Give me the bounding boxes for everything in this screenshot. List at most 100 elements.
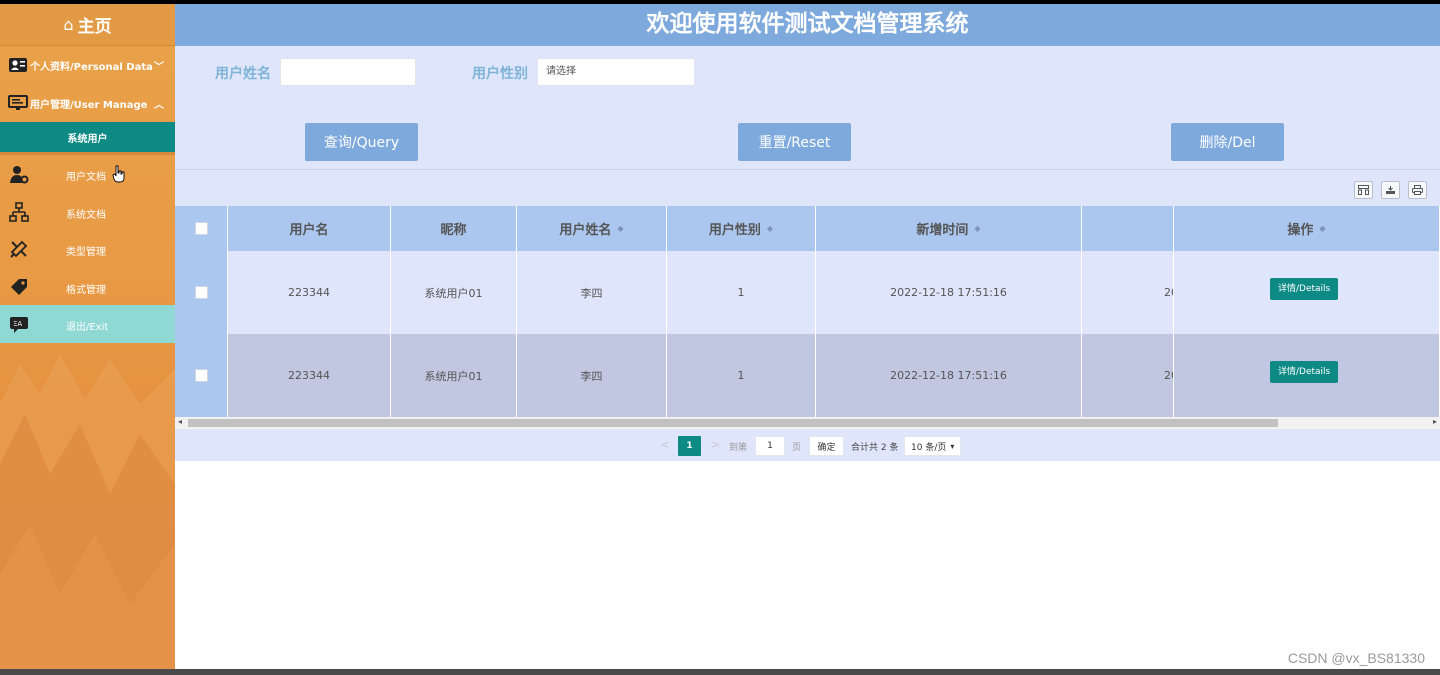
cell-realname: 李四 [517, 334, 667, 417]
user-gear-icon [10, 166, 29, 184]
search-panel: 用户姓名 用户性别 请选择 查询/Query 重置/Reset 删除/Del [175, 46, 1440, 170]
cell-partial: 20 [1082, 334, 1174, 417]
cell-gender: 1 [667, 251, 816, 334]
mountain-background [0, 354, 175, 669]
translate-icon: ΞA [10, 317, 28, 333]
cell-created: 2022-12-18 17:51:16 [816, 334, 1082, 417]
sidebar: ⌂ 主页 个人资料/Personal Data ﹀ 用户管理/User Mana… [0, 4, 175, 669]
name-label: 用户姓名 [215, 66, 271, 82]
col-username-label: 用户名 [289, 223, 329, 238]
pencil-ruler-icon [10, 240, 28, 258]
print-icon[interactable] [1408, 181, 1427, 199]
page-current[interactable]: 1 [678, 436, 701, 456]
columns-icon[interactable] [1354, 181, 1373, 199]
sort-icon[interactable]: ◆ [974, 224, 980, 233]
sidebar-home[interactable]: ⌂ 主页 [0, 4, 175, 46]
page-title: 欢迎使用软件测试文档管理系统 [175, 4, 1440, 46]
hand-cursor-icon [112, 165, 125, 183]
col-username[interactable]: 用户名 [228, 206, 391, 251]
home-icon: ⌂ [63, 15, 74, 34]
col-nickname[interactable]: 昵称 [391, 206, 517, 251]
page-size-value: 10 条/页 [911, 442, 947, 453]
table-header: 用户名 昵称 用户姓名 ◆ 用户性别 ◆ 新增时间 ◆ 操作 ◆ [175, 206, 1440, 251]
sidebar-item-system-user[interactable]: 系统用户 [0, 122, 175, 155]
table-toolbar [175, 170, 1440, 206]
sidebar-group-personal[interactable]: 个人资料/Personal Data ﹀ [0, 46, 175, 84]
row-checkbox[interactable] [194, 286, 208, 299]
table-row: 223344 系统用户01 李四 1 2022-12-18 17:51:16 2… [175, 334, 1440, 417]
sidebar-item-user-docs[interactable]: 用户文档 [0, 155, 175, 193]
page-unit-label: 页 [792, 443, 802, 453]
sidebar-group-personal-label: 个人资料/Personal Data [30, 61, 153, 73]
table-row: 223344 系统用户01 李四 1 2022-12-18 17:51:16 2… [175, 251, 1440, 334]
prev-page-icon[interactable]: < [660, 438, 669, 451]
col-created[interactable]: 新增时间 ◆ [816, 206, 1082, 251]
select-all-checkbox[interactable] [194, 222, 208, 235]
scroll-left-icon[interactable]: ◂ [178, 417, 182, 426]
sort-icon[interactable]: ◆ [617, 224, 623, 233]
row-checkbox[interactable] [194, 369, 208, 382]
sidebar-item-type-manage[interactable]: 类型管理 [0, 230, 175, 268]
cell-created: 2022-12-18 17:51:16 [816, 251, 1082, 334]
tag-icon [11, 278, 27, 295]
next-page-icon[interactable]: > [711, 438, 720, 451]
col-realname-label: 用户姓名 [559, 223, 612, 238]
query-button[interactable]: 查询/Query [305, 123, 418, 161]
bottom-bar [0, 669, 1440, 675]
sidebar-item-exit[interactable]: ΞA 退出/Exit [0, 305, 175, 343]
cell-actions: 详情/Details [1174, 334, 1440, 417]
col-hidden [1082, 206, 1174, 251]
chevron-down-icon: ﹀ [154, 62, 164, 73]
sidebar-item-system-docs-label: 系统文档 [66, 209, 106, 221]
cell-username: 223344 [228, 334, 391, 417]
name-input[interactable] [280, 58, 416, 86]
sidebar-item-system-user-label: 系统用户 [67, 133, 108, 145]
sidebar-group-user-manage-label: 用户管理/User Manage [30, 99, 148, 111]
col-actions[interactable]: 操作 ◆ [1174, 206, 1440, 251]
col-realname[interactable]: 用户姓名 ◆ [517, 206, 667, 251]
sidebar-item-system-docs[interactable]: 系统文档 [0, 193, 175, 231]
col-gender-label: 用户性别 [708, 223, 761, 238]
goto-confirm-button[interactable]: 确定 [809, 436, 844, 456]
watermark: CSDN @vx_BS81330 [1287, 650, 1425, 666]
cell-partial-text: 20 [1164, 369, 1173, 382]
scrollbar-thumb[interactable] [188, 419, 1278, 427]
gender-label: 用户性别 [472, 66, 528, 82]
cell-actions: 详情/Details [1174, 251, 1440, 334]
total-count: 合计共 2 条 [851, 443, 899, 453]
sidebar-item-format-manage[interactable]: 格式管理 [0, 268, 175, 306]
monitor-icon [8, 95, 28, 110]
export-icon[interactable] [1381, 181, 1400, 199]
row-select-cell [175, 334, 228, 417]
col-created-label: 新增时间 [916, 223, 969, 238]
col-gender[interactable]: 用户性别 ◆ [667, 206, 816, 251]
sitemap-icon [9, 201, 29, 222]
cell-partial-text: 20 [1164, 286, 1173, 299]
app-frame: ⌂ 主页 个人资料/Personal Data ﹀ 用户管理/User Mana… [0, 4, 1440, 669]
cell-gender: 1 [667, 334, 816, 417]
cell-username: 223344 [228, 251, 391, 334]
pagination: < 1 > 到第 1 页 确定 合计共 2 条 10 条/页 ▾ [175, 429, 1440, 461]
sidebar-item-type-manage-label: 类型管理 [66, 247, 106, 258]
cell-partial: 20 [1082, 251, 1174, 334]
details-button[interactable]: 详情/Details [1270, 278, 1339, 300]
user-card-icon [9, 58, 27, 72]
goto-page-input[interactable]: 1 [755, 436, 785, 456]
sort-icon[interactable]: ◆ [1319, 224, 1325, 233]
delete-button[interactable]: 删除/Del [1171, 123, 1284, 161]
cell-nickname: 系统用户01 [391, 334, 517, 417]
sort-icon[interactable]: ◆ [767, 224, 773, 233]
sidebar-group-user-manage[interactable]: 用户管理/User Manage ︿ [0, 84, 175, 122]
scroll-right-icon[interactable]: ▸ [1433, 417, 1437, 426]
reset-button[interactable]: 重置/Reset [738, 123, 851, 161]
gender-select[interactable]: 请选择 [537, 58, 695, 86]
select-all-cell [175, 206, 228, 251]
sidebar-home-label: 主页 [77, 17, 112, 37]
details-button[interactable]: 详情/Details [1270, 361, 1339, 383]
goto-label: 到第 [729, 443, 748, 453]
cell-nickname: 系统用户01 [391, 251, 517, 334]
svg-text:ΞA: ΞA [13, 320, 22, 328]
sidebar-item-user-docs-label: 用户文档 [66, 172, 106, 183]
page-size-select[interactable]: 10 条/页 ▾ [904, 436, 961, 456]
horizontal-scrollbar[interactable]: ◂ ▸ [175, 417, 1440, 429]
